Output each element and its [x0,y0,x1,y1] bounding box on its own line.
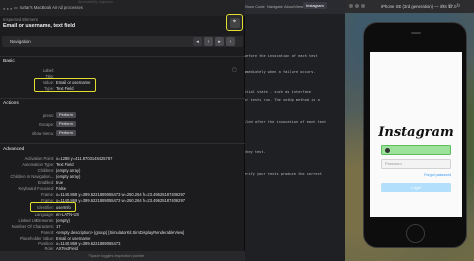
navigation-label: Navigation [10,39,31,44]
iphone-device: Instagram Password Forgot password Login [363,22,467,248]
phone-screen: Instagram Password Forgot password Login [370,52,462,217]
row-value: true [56,180,64,185]
process-selector[interactable]: All processes [58,5,83,10]
editor-tab[interactable]: Show Code [244,4,265,9]
code-line: before the invocation of each test [244,54,318,58]
code-line: lled after the invocation of each test [244,120,327,124]
play-icon[interactable]: ▸ [215,37,224,46]
row-value: (empty array) [56,168,81,173]
row-label: Language: [34,212,54,217]
row-value: x=1140.869 y=399.6221889055473 w=250.264… [56,192,186,197]
device-selector[interactable]: ▭ Iurtar's MacBook Air ⌄ [14,5,63,10]
code-line: ur tests run. The setUp method is a [244,98,320,102]
editor-tab[interactable]: Navigate [267,4,283,9]
email-field[interactable] [381,145,451,155]
row-value: Text Field [56,162,74,167]
highlight-box-value [34,78,96,92]
row-label: Linked UIElements: [18,218,55,223]
window-controls-icon[interactable]: ● ● ● [3,6,12,11]
row-value: (empty array) [56,174,81,179]
simulator-titlebar: iPhone SE (3rd generation) — iOS 17.0 ⌂ … [345,0,474,13]
row-label: Escape: [39,122,54,127]
previous-icon[interactable]: ‹ [204,37,213,46]
perform-button[interactable]: Perform [56,112,76,118]
perform-button[interactable]: Perform [56,121,76,127]
code-line: itial state - such as interface [244,90,312,94]
inspector-statusbar: "Space toggles inspection pointer [0,251,245,261]
editor-tab-bar: Show Code Navigate AboutView Instagram [240,0,345,14]
login-button[interactable]: Login [381,183,451,192]
action-row-show-menu: show menu: Perform [0,130,245,137]
row-value: False [56,186,67,191]
device-name: Iurtar's MacBook Air [19,5,58,10]
forgot-password-link[interactable]: Forgot password [424,173,451,177]
row-value: <empty description> (group) [SimulatorKi… [56,230,185,235]
home-icon[interactable]: ⌂ [441,3,444,9]
row-value: en-LATN-US [56,212,80,217]
code-editor: Show Code Navigate AboutView Instagram b… [239,0,345,261]
row-label: Activation Point: [24,156,54,161]
row-label: Frame: [41,192,54,197]
row-value: x=1288 y=411.8703148425787 [56,156,113,161]
row-value: (empty) [56,218,70,223]
action-row-escape: Escape: Perform [0,121,245,128]
row-label: Keyboard Focused: [18,186,54,191]
highlight-box-identifier [30,202,76,212]
inspector-titlebar: ● ● ● Accessibility Inspector ▭ Iurtar's… [0,0,245,16]
row-label: Automation Type: [22,162,54,167]
divider [0,98,245,99]
code-line: mmediately when a failure occurs. [244,70,316,74]
row-value: 17 [56,224,61,229]
next-icon[interactable]: › [226,37,235,46]
row-label: Children in Navigation... [10,174,54,179]
rotate-icon[interactable]: ↻ [456,3,460,9]
earpiece [411,32,421,34]
laptop-icon: ▭ [14,5,18,10]
action-row-press: press: Perform [0,112,245,119]
app-caption: Accessibility Inspector [78,0,114,4]
simulator-toolbar: ⌂ ◎ ↻ [441,3,461,9]
row-label: press: [42,113,54,118]
section-basic[interactable]: Basic [3,59,15,64]
code-line: erify your tests produce the correct [244,172,322,176]
navigation-bar: Navigation ◂ ‹ ▸ › [2,36,243,47]
row-label: Parent: [40,230,54,235]
inspection-pointer-button[interactable]: ⌖ [226,14,243,31]
editor-tab-active[interactable]: Instagram [303,2,327,9]
row-label: Number Of Characters: [11,224,54,229]
home-button[interactable] [406,224,425,243]
password-field[interactable]: Password [381,159,451,169]
divider [0,56,245,57]
code-line: they test. [244,150,266,154]
divider [0,143,245,144]
crosshair-icon: ⌖ [229,17,240,28]
window-controls-icon[interactable] [349,4,365,8]
section-actions[interactable]: Actions [3,101,19,106]
instagram-logo: Instagram [378,125,454,140]
perform-button[interactable]: Perform [56,130,76,136]
accessibility-inspector-window: ● ● ● Accessibility Inspector ▭ Iurtar's… [0,0,245,261]
screenshot-icon[interactable]: ◎ [448,3,452,9]
row-label: Label: [42,68,54,73]
element-name: Email or username, text field [3,23,76,29]
edit-icon[interactable]: ▢ [232,67,237,73]
section-advanced[interactable]: Advanced [3,147,24,152]
row-label: Children: [37,168,54,173]
row-label: show menu: [31,131,54,136]
row-label: Enabled: [37,180,54,185]
navigation-buttons: ◂ ‹ ▸ › [193,37,235,46]
editor-tab[interactable]: AboutView [284,4,303,9]
panel-title: Inspected Element [3,17,38,22]
status-hint: "Space toggles inspection pointer [88,254,145,258]
inspection-target-icon [385,148,390,153]
editor-code-area[interactable]: before the invocation of each test mmedi… [240,14,345,261]
speaker-icon[interactable]: ◂ [193,37,202,46]
